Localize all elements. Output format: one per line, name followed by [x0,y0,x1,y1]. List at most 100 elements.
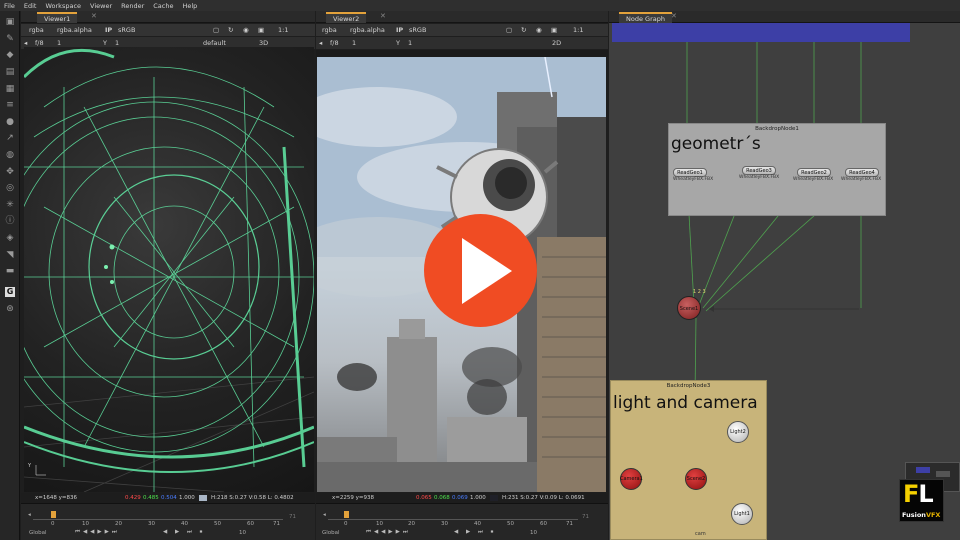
step-input[interactable]: 10 [530,530,537,536]
gain-input[interactable]: 1 [57,39,61,47]
graph-icon[interactable]: ↗ [5,133,15,143]
transport-controls[interactable]: ⏮◀◀▶▶⏭ [75,529,120,536]
tab-viewer2[interactable]: Viewer2 [326,12,367,23]
info-icon[interactable]: ⓘ [5,216,15,226]
channels-select[interactable]: rgba [29,26,44,34]
menu-render[interactable]: Render [121,2,144,10]
menu-icon[interactable]: ≡ [5,100,15,110]
logo-l: L [918,480,933,508]
fstop-icon[interactable]: ◂ [319,39,322,47]
other-icon[interactable]: ⊛ [5,304,15,314]
transform-icon[interactable]: ✥ [5,167,15,177]
backdrop-geometries[interactable]: BackdropNode1 geometr´s ReadGeo1 Wheatle… [668,123,886,216]
zoom-select[interactable]: 1:1 [278,26,288,34]
play-icon[interactable] [462,238,512,304]
viewer1-timeline[interactable]: ◂ 0 10 20 30 40 50 60 71 71 Global ⏮◀◀▶▶… [21,503,315,540]
readgeo-node[interactable]: ReadGeo2 [797,168,831,177]
grid-icon[interactable]: ▦ [5,84,15,94]
backdrop-light-camera[interactable]: BackdropNode3 light and camera Light2 Li… [610,380,767,540]
tab-viewer1[interactable]: Viewer1 [37,12,78,23]
fstop-value[interactable]: f/8 [330,39,339,47]
tick-label: 40 [474,521,481,527]
minimap-region [916,467,930,473]
nodegraph-tab-row: Node Graph ✕ [609,11,960,23]
view-mode-select[interactable]: 2D [552,39,561,47]
logo-text: FusionVFX [902,511,940,519]
logo-fusion: Fusion [902,511,926,519]
frame-end-input[interactable]: 71 [582,514,589,520]
toolsets-icon[interactable]: ▬ [5,266,15,276]
readgeo-node[interactable]: ReadGeo1 [673,168,707,177]
shape3d-icon[interactable]: ◈ [5,233,15,243]
fit-icon[interactable]: ▣ [551,26,557,34]
y-input[interactable]: 1 [408,39,412,47]
step-input[interactable]: 10 [239,530,246,536]
gain-input[interactable]: 1 [352,39,356,47]
playback-controls[interactable]: ◀ ▶ ⏭ ⏹ [454,529,496,536]
close-icon[interactable]: ✕ [91,12,97,20]
ip-button[interactable]: IP [105,26,112,34]
shapes-icon[interactable]: ◆ [5,50,15,60]
gizmo-icon[interactable]: G [5,287,15,297]
lut-select[interactable]: default [203,39,226,47]
stop-icon[interactable]: ◉ [243,26,249,34]
frame-start-icon[interactable]: ◂ [28,512,31,518]
timeline-ruler[interactable] [33,510,283,520]
frame-range-select[interactable]: Global [29,530,47,536]
menu-edit[interactable]: Edit [24,2,37,10]
y-input[interactable]: 1 [115,39,119,47]
menu-file[interactable]: File [4,2,15,10]
colorspace-select[interactable]: sRGB [409,26,426,34]
particles-icon[interactable]: ✳ [5,200,15,210]
tab-node-graph[interactable]: Node Graph [619,12,672,23]
scene-node-label: Scene1 [679,306,699,312]
lock-icon[interactable]: ▢ [213,26,219,34]
zoom-select[interactable]: 1:1 [573,26,583,34]
menu-workspace[interactable]: Workspace [45,2,81,10]
close-icon[interactable]: ✕ [380,12,386,20]
readgeo-node[interactable]: ReadGeo3 [742,166,776,175]
lens-icon[interactable]: ◎ [5,183,15,193]
alpha-value: 1.000 [470,495,486,501]
stop-icon[interactable]: ◉ [536,26,542,34]
frame-range-select[interactable]: Global [322,530,340,536]
close-icon[interactable]: ✕ [671,12,677,20]
colorspace-select[interactable]: sRGB [118,26,135,34]
menu-viewer[interactable]: Viewer [90,2,112,10]
pixel-coords: x=1648 y=836 [35,495,77,501]
playhead[interactable] [51,511,56,518]
refresh-icon[interactable]: ↻ [228,26,233,34]
tag-icon[interactable]: ◥ [5,250,15,260]
alpha-select[interactable]: rgba.alpha [350,26,385,34]
frame-end-input[interactable]: 71 [289,514,296,520]
view-mode-select[interactable]: 3D [259,39,268,47]
alpha-select[interactable]: rgba.alpha [57,26,92,34]
brush-icon[interactable]: ✎ [5,34,15,44]
ip-button[interactable]: IP [396,26,403,34]
playhead[interactable] [344,511,349,518]
hsvl-values: H:231 S:0.27 V:0.09 L: 0.0691 [502,495,585,501]
readgeo-node[interactable]: ReadGeo4 [845,168,879,177]
viewer2-timeline[interactable]: ◂ 0 10 20 30 40 50 60 71 71 Global ⏮◀◀▶▶… [316,503,608,540]
viewer2-controls-row2: ◂ f/8 1 Y 1 2D [316,37,608,49]
timeline-ruler[interactable] [328,510,578,520]
layers-icon[interactable]: ▤ [5,67,15,77]
playback-controls[interactable]: ◀ ▶ ⏭ ⏹ [163,529,205,536]
svg-text:Y: Y [27,463,32,469]
readgeo-file: WheatleyFBX.FBX [793,177,834,182]
globe-icon[interactable]: ◍ [5,150,15,160]
fit-icon[interactable]: ▣ [258,26,264,34]
menu-cache[interactable]: Cache [153,2,173,10]
frame-start-icon[interactable]: ◂ [323,512,326,518]
fstop-icon[interactable]: ◂ [24,39,27,47]
channels-select[interactable]: rgba [322,26,337,34]
pointer-icon[interactable]: ▣ [5,17,15,27]
circle-icon[interactable]: ● [5,117,15,127]
viewer1-canvas[interactable]: Y [24,47,314,492]
lock-icon[interactable]: ▢ [506,26,512,34]
fstop-value[interactable]: f/8 [35,39,44,47]
scene-inputs: 1 2 3 [693,289,706,295]
transport-controls[interactable]: ⏮◀◀▶▶⏭ [366,529,411,536]
menu-help[interactable]: Help [182,2,197,10]
refresh-icon[interactable]: ↻ [521,26,526,34]
